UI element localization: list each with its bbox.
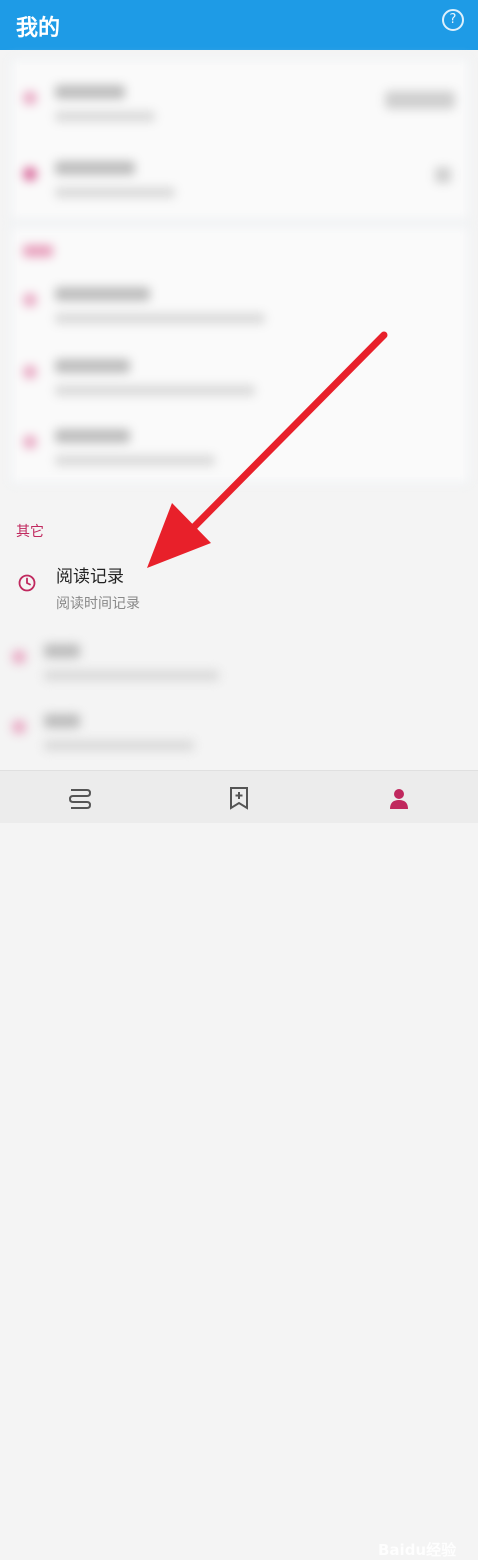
page-title: 我的	[16, 16, 61, 41]
settings-card-mid	[10, 226, 470, 484]
blurred-row[interactable]	[11, 69, 469, 133]
reading-history-subtitle: 阅读时间记录	[56, 596, 140, 612]
others-section: 其它 阅读记录 阅读时间记录	[0, 498, 478, 770]
blurred-settings-region	[0, 50, 478, 490]
watermark-logo: Baidu经验	[378, 1541, 457, 1559]
help-circle-icon[interactable]: ?	[442, 9, 464, 31]
app-header: 我的 ?	[0, 0, 478, 50]
section-title: 其它	[16, 524, 44, 540]
blurred-others-items	[0, 624, 478, 764]
bookmark-add-icon[interactable]	[226, 785, 252, 811]
blurred-row[interactable]	[11, 413, 469, 477]
blurred-row[interactable]	[0, 698, 478, 762]
blurred-row[interactable]	[11, 271, 469, 335]
reading-history-label: 阅读记录	[56, 567, 124, 587]
blurred-row[interactable]	[11, 343, 469, 407]
reading-history-item[interactable]: 阅读记录 阅读时间记录	[0, 550, 478, 620]
bookshelf-icon[interactable]	[67, 785, 93, 811]
settings-card-top	[10, 58, 470, 220]
bottom-nav: Baidu经验	[0, 770, 478, 1559]
profile-icon[interactable]	[386, 785, 412, 811]
clock-icon	[18, 574, 36, 592]
blurred-row[interactable]	[11, 145, 469, 209]
blurred-row[interactable]	[0, 628, 478, 692]
